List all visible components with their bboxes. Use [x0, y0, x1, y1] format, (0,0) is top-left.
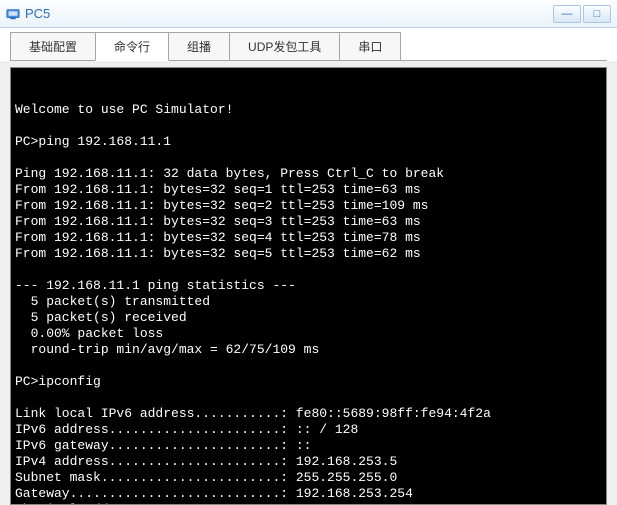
tab-row: 基础配置 命令行 组播 UDP发包工具 串口 [0, 28, 617, 61]
minimize-button[interactable]: — [553, 5, 581, 23]
tab-udp[interactable]: UDP发包工具 [229, 32, 340, 61]
tab-serial[interactable]: 串口 [339, 32, 401, 61]
tab-cli[interactable]: 命令行 [95, 32, 169, 61]
terminal-wrap: Welcome to use PC Simulator! PC>ping 192… [10, 67, 607, 505]
terminal-output: Welcome to use PC Simulator! PC>ping 192… [15, 102, 602, 504]
tab-basic[interactable]: 基础配置 [10, 32, 96, 61]
window-buttons: — □ [553, 5, 611, 23]
title-bar: PC5 — □ [0, 0, 617, 28]
maximize-button[interactable]: □ [583, 5, 611, 23]
tab-mcast[interactable]: 组播 [168, 32, 230, 61]
window-title: PC5 [25, 6, 553, 21]
terminal[interactable]: Welcome to use PC Simulator! PC>ping 192… [11, 68, 606, 504]
app-icon [6, 7, 20, 21]
